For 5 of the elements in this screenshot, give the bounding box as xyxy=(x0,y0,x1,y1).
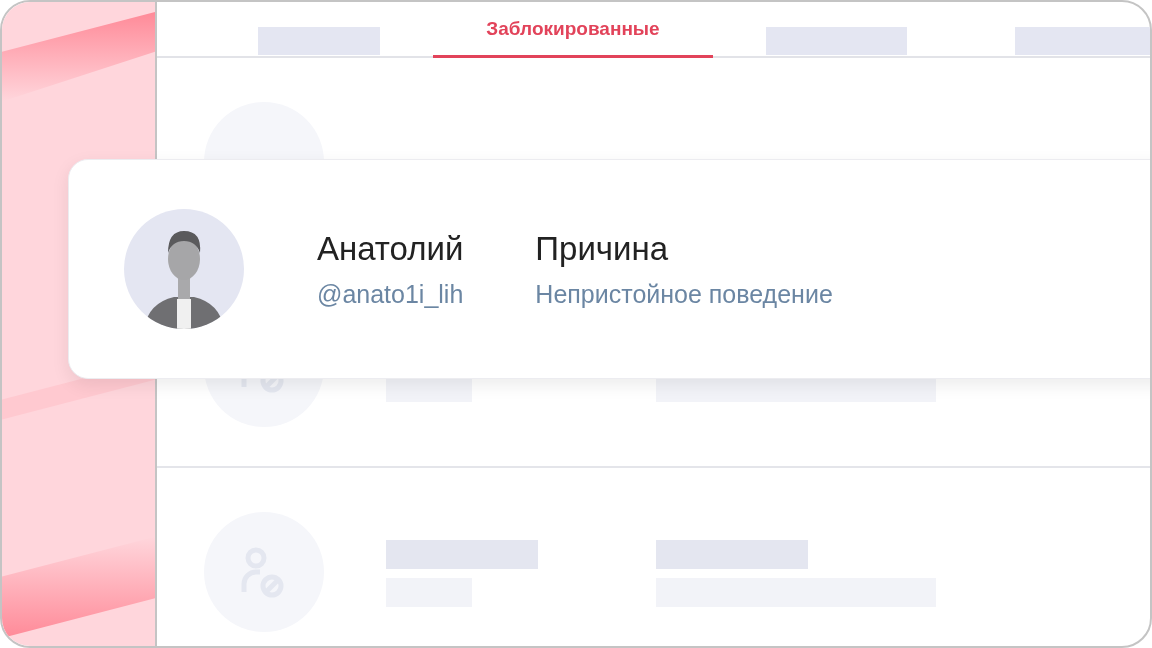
reason-label: Причина xyxy=(535,229,670,268)
reason-text: Непристойное поведение xyxy=(535,279,833,309)
user-name: Анатолий xyxy=(317,229,464,268)
user-handle: @anato1i_lih xyxy=(317,279,464,309)
tab[interactable]: Заблокированные xyxy=(433,2,713,58)
